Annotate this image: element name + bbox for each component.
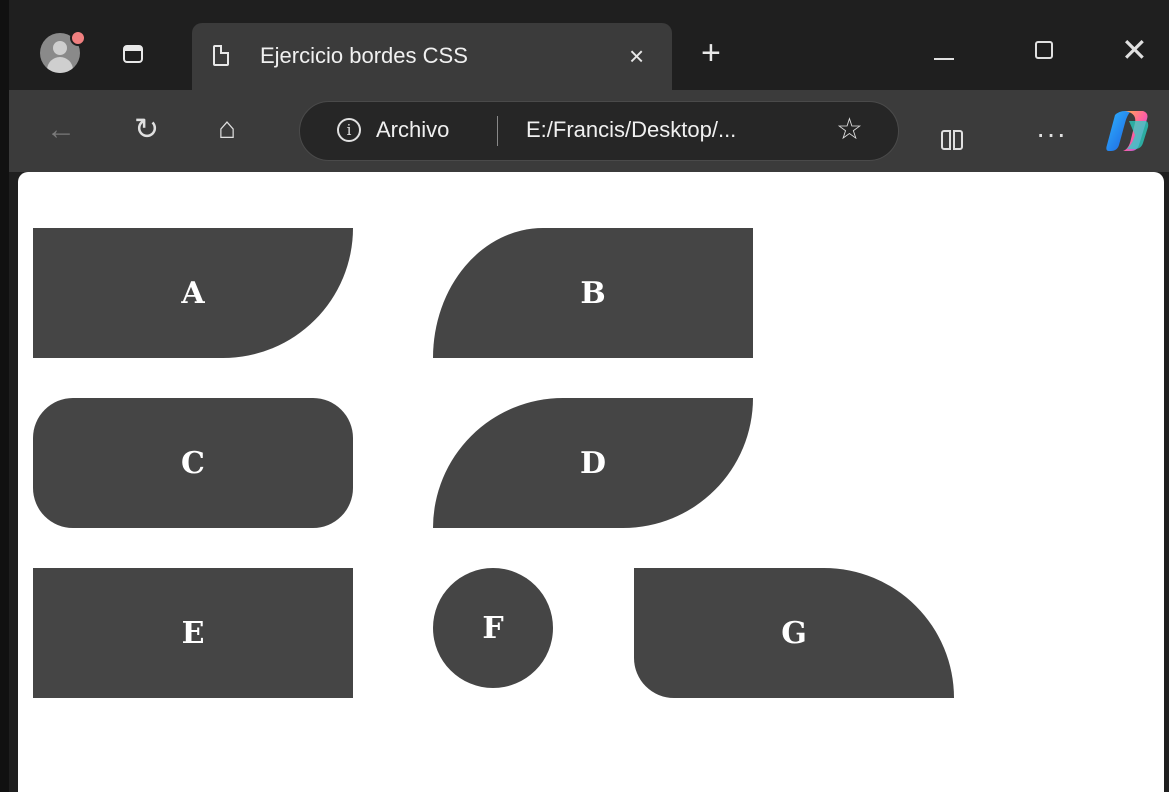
home-icon[interactable]: ⌂	[218, 112, 236, 146]
favorite-star-icon[interactable]: ☆	[836, 112, 863, 148]
avatar-head	[53, 41, 67, 55]
box-label: B	[580, 275, 606, 311]
reload-icon[interactable]: ↻	[134, 113, 159, 147]
copilot-icon[interactable]	[1105, 109, 1151, 153]
box-label: G	[781, 615, 807, 651]
window-close-icon[interactable]: ✕	[1121, 31, 1148, 69]
profile-notification-dot	[70, 30, 86, 46]
box-e: E	[33, 568, 353, 698]
box-label: F	[482, 610, 504, 646]
page-viewport: A B C D E F G	[18, 172, 1164, 792]
split-right-pane	[953, 130, 963, 150]
window-edge	[0, 0, 9, 792]
address-scheme-label: Archivo	[376, 117, 450, 142]
tab-actions-icon[interactable]	[123, 45, 143, 63]
box-label: D	[579, 445, 606, 481]
box-label: E	[181, 615, 205, 651]
box-label: C	[181, 445, 205, 481]
site-info-icon[interactable]: i	[337, 118, 361, 142]
box-a: A	[33, 228, 353, 358]
new-tab-icon[interactable]: +	[701, 36, 721, 70]
minimize-icon[interactable]	[934, 58, 954, 60]
split-screen-icon[interactable]	[941, 130, 965, 150]
back-icon[interactable]: ←	[46, 113, 76, 147]
address-bar[interactable]: i Archivo E:/Francis/Desktop/... ☆	[299, 101, 899, 161]
maximize-icon[interactable]	[1035, 41, 1053, 59]
tab-active[interactable]: Ejercicio bordes CSS ×	[192, 23, 672, 90]
address-divider	[497, 116, 498, 146]
box-f: F	[433, 568, 553, 688]
more-menu-icon[interactable]: ···	[1036, 120, 1067, 148]
box-d: D	[433, 398, 753, 528]
box-b: B	[433, 228, 753, 358]
box-label: A	[181, 275, 205, 311]
page-icon	[213, 45, 229, 66]
toolbar: ← ↻ ⌂ i Archivo E:/Francis/Desktop/... ☆…	[9, 90, 1169, 172]
tab-title: Ejercicio bordes CSS	[260, 43, 468, 68]
split-left-pane	[941, 130, 951, 150]
avatar-body	[47, 57, 73, 73]
tab-close-icon[interactable]: ×	[629, 41, 644, 71]
title-bar: Ejercicio bordes CSS × + ✕	[9, 0, 1169, 90]
browser-window: Ejercicio bordes CSS × + ✕ ← ↻ ⌂ i Archi…	[0, 0, 1169, 792]
box-c: C	[33, 398, 353, 528]
address-url[interactable]: E:/Francis/Desktop/...	[526, 117, 736, 143]
box-g: G	[634, 568, 954, 698]
